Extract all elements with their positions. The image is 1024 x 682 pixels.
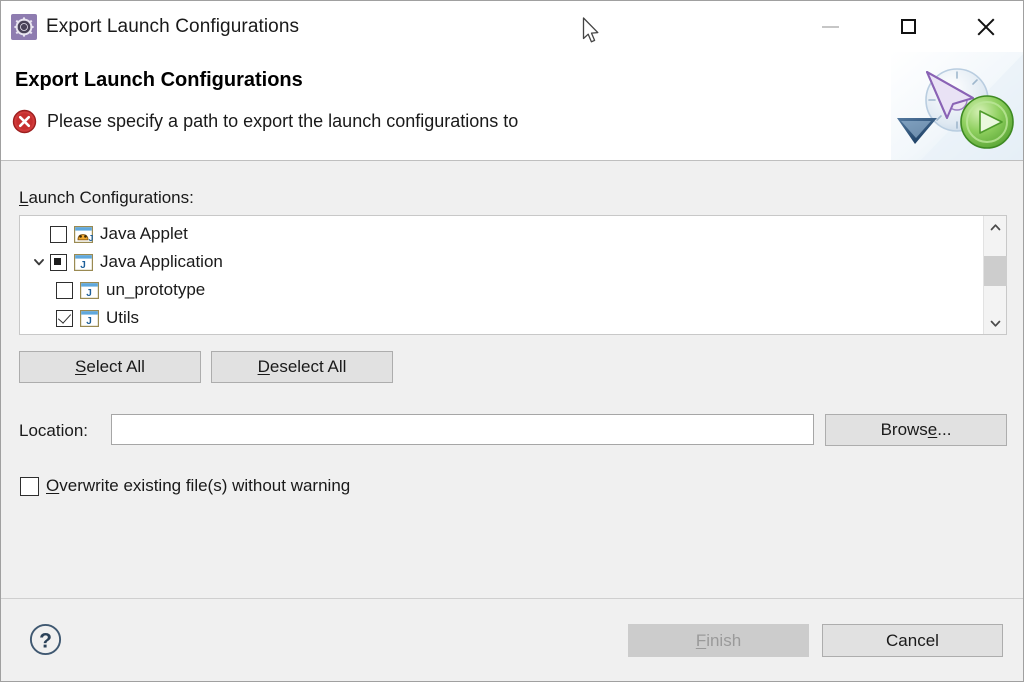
close-icon <box>975 16 997 38</box>
svg-text:?: ? <box>39 630 52 653</box>
tree-row[interactable]: J un_prototype <box>20 276 983 304</box>
tree-row[interactable]: J Java Application <box>20 248 983 276</box>
finish-button[interactable]: Finish <box>628 624 809 657</box>
svg-text:J: J <box>89 233 93 243</box>
java-application-icon: J <box>80 309 99 327</box>
maximize-icon <box>900 19 916 34</box>
tree-list: J Java Applet J Java Application J un_pr… <box>20 216 983 334</box>
location-input[interactable] <box>111 414 814 445</box>
minimize-icon <box>821 25 839 28</box>
chevron-down-icon[interactable] <box>28 256 50 268</box>
java-application-icon: J <box>74 253 93 271</box>
tree-row[interactable]: J Utils <box>20 304 983 332</box>
dialog-header: Export Launch Configurations Please spec… <box>1 52 1023 161</box>
deselect-all-mnemonic: D <box>257 357 270 376</box>
error-icon <box>12 109 37 134</box>
window-title: Export Launch Configurations <box>46 15 300 37</box>
tree-vertical-scrollbar[interactable] <box>983 216 1007 334</box>
maximize-button[interactable] <box>869 1 947 52</box>
page-title: Export Launch Configurations <box>15 69 303 91</box>
status-message: Please specify a path to export the laun… <box>47 111 519 131</box>
tree-checkbox[interactable] <box>56 281 73 299</box>
svg-text:J: J <box>80 260 86 271</box>
tree-item-label: Utils <box>106 308 140 327</box>
dialog-footer: ? Finish Cancel <box>1 600 1023 681</box>
launch-configurations-label-rest: aunch Configurations: <box>28 188 194 207</box>
overwrite-label-rest: verwrite existing file(s) without warnin… <box>59 476 351 495</box>
close-button[interactable] <box>947 1 1023 52</box>
launch-config-gear-icon <box>11 13 37 40</box>
svg-text:J: J <box>86 288 92 299</box>
tree-checkbox[interactable] <box>50 253 67 271</box>
scroll-up-icon[interactable] <box>984 216 1007 238</box>
java-application-icon: J <box>80 281 99 299</box>
select-all-button[interactable]: Select All <box>19 351 201 383</box>
finish-mnemonic: F <box>695 630 707 650</box>
export-launch-configurations-dialog: Export Launch Configurations Export Laun… <box>0 0 1024 682</box>
deselect-all-button[interactable]: Deselect All <box>211 351 393 383</box>
browse-label-end: ... <box>937 420 952 439</box>
overwrite-checkbox-row[interactable]: Overwrite existing file(s) without warni… <box>20 476 350 496</box>
tree-item-label: Java Application <box>100 252 223 271</box>
finish-label-rest: inish <box>706 630 742 650</box>
minimize-button[interactable] <box>791 1 869 52</box>
scrollbar-thumb[interactable] <box>983 256 1007 286</box>
cancel-button[interactable]: Cancel <box>822 624 1003 657</box>
deselect-all-label-rest: eselect All <box>269 357 347 376</box>
scroll-down-icon[interactable] <box>984 312 1007 334</box>
java-applet-icon: J <box>74 225 93 243</box>
tree-item-label: un_prototype <box>106 280 206 299</box>
tree-row[interactable]: J Java Applet <box>20 220 983 248</box>
help-icon[interactable]: ? <box>29 623 62 656</box>
overwrite-label: Overwrite existing file(s) without warni… <box>46 476 350 496</box>
launch-configurations-tree[interactable]: J Java Applet J Java Application J un_pr… <box>19 215 1007 335</box>
window-controls <box>791 1 1023 52</box>
tree-item-label: Java Applet <box>100 224 188 243</box>
dialog-body: Launch Configurations: J Java Applet J J… <box>1 161 1023 599</box>
svg-text:J: J <box>86 316 92 327</box>
browse-mnemonic: e <box>927 420 938 439</box>
launch-configurations-label: Launch Configurations: <box>19 188 194 208</box>
tree-checkbox[interactable] <box>56 309 73 327</box>
select-all-label-rest: elect All <box>86 357 145 376</box>
location-label: Location: <box>19 421 88 440</box>
launch-banner-icon <box>891 52 1023 160</box>
title-bar: Export Launch Configurations <box>1 1 1023 52</box>
select-all-mnemonic: S <box>75 357 87 376</box>
browse-button[interactable]: Brows e... <box>825 414 1007 446</box>
tree-checkbox[interactable] <box>50 225 67 243</box>
overwrite-checkbox[interactable] <box>20 476 39 496</box>
browse-label-start: Brows <box>880 420 928 439</box>
overwrite-mnemonic: O <box>46 476 60 495</box>
